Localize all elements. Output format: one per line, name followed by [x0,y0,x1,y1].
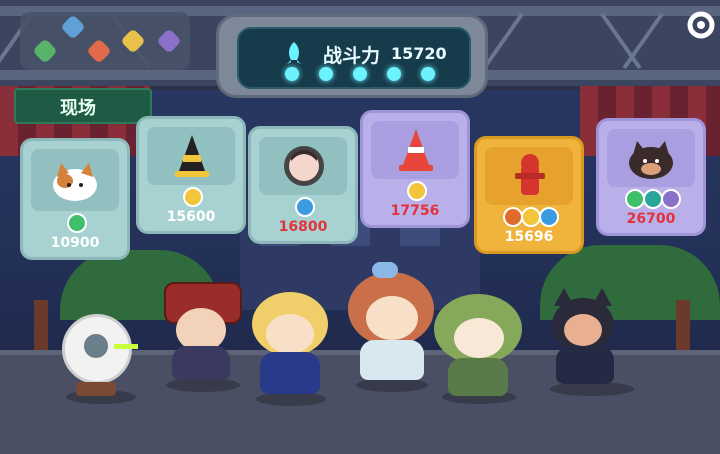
fire-element-icon [86,38,112,64]
unit-card-4[interactable]: 17756 [360,110,470,228]
water-badge-icon [295,197,315,217]
card-power: 15696 [504,229,554,245]
redhead-character[interactable] [346,262,438,392]
venue-tag: 现场 [14,88,152,124]
venue-label: 现场 [60,98,96,119]
fire-hydrant-icon [515,154,545,195]
card-power: 10900 [50,235,100,251]
dark-badge-icon [661,189,681,209]
progress-dot [421,67,435,81]
teal-badge-icon [643,189,663,209]
robot-eye-character[interactable] [58,310,138,405]
card-portrait [31,149,119,211]
water-element-icon [60,14,86,40]
card-portrait [259,137,347,195]
battle-scene: 战斗力 15720 现场 10900 15600 16800 17756 156… [0,0,720,454]
green-hair-character[interactable] [432,290,524,405]
power-screen: 战斗力 15720 [237,27,471,89]
progress-dot [319,67,333,81]
round-portrait-icon [284,146,324,186]
card-power: 17756 [390,203,440,219]
unit-card-6[interactable]: 26700 [596,118,706,236]
traffic-cone-icon [399,129,433,171]
card-portrait [485,147,573,205]
light-badge-icon [521,207,541,227]
card-portrait [371,121,459,179]
gear-icon[interactable] [684,8,718,42]
card-portrait [147,127,235,185]
card-power: 16800 [278,219,328,235]
unit-card-3[interactable]: 16800 [248,126,358,244]
black-yellow-cone-icon [175,135,209,177]
unit-card-5[interactable]: 15696 [474,136,584,254]
light-element-icon [120,28,146,54]
card-portrait [607,129,695,187]
power-label: 战斗力 [323,45,381,67]
progress-dot [285,67,299,81]
power-value: 15720 [391,44,447,63]
blonde-character[interactable] [248,292,334,407]
rocket-icon [287,42,301,64]
card-power: 26700 [626,211,676,227]
unit-card-1[interactable]: 10900 [20,138,130,260]
red-hat-character[interactable] [160,282,244,392]
element-cycle-panel[interactable] [20,12,190,70]
nature-element-icon [32,38,58,64]
light-badge-icon [183,187,203,207]
black-cat-character[interactable] [540,288,640,398]
card-power: 15600 [166,209,216,225]
progress-dot [353,67,367,81]
fire-badge-icon [503,207,523,227]
light-badge-icon [407,181,427,201]
unit-card-2[interactable]: 15600 [136,116,246,234]
progress-dot [387,67,401,81]
calico-cat-icon [53,163,97,201]
water-badge-icon [539,207,559,227]
nature-badge-icon [67,213,87,233]
nature-badge-icon [625,189,645,209]
black-cat-icon [629,141,673,179]
power-panel: 战斗力 15720 [216,14,488,98]
dark-element-icon [156,28,182,54]
